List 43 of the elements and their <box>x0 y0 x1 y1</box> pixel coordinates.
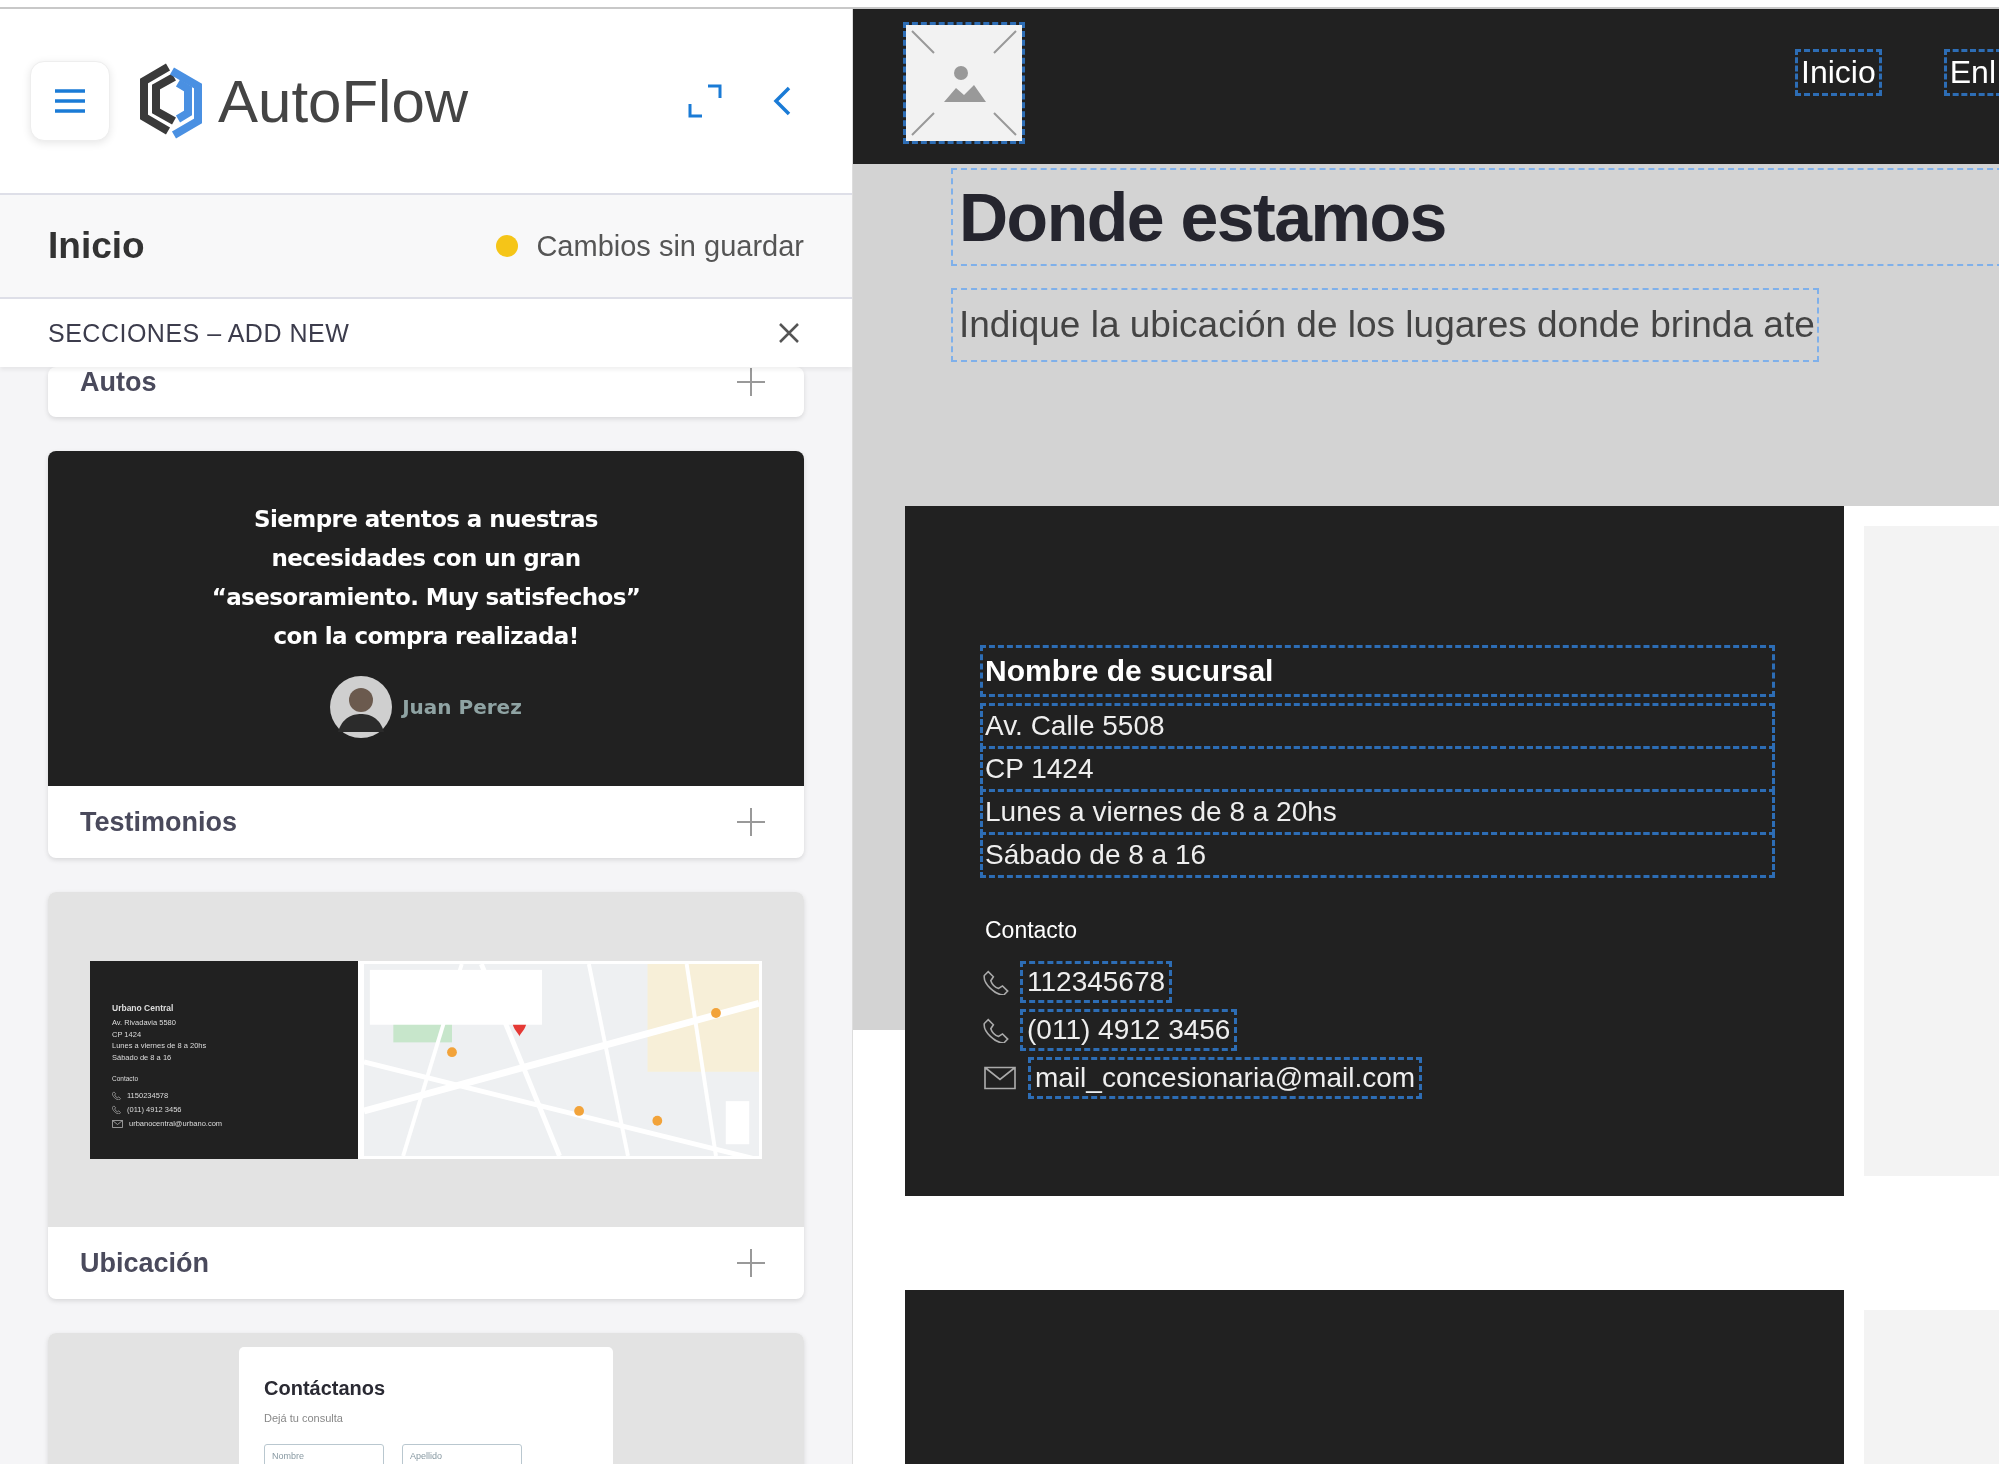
image-icon <box>909 27 1019 138</box>
section-name: Testimonios <box>80 806 238 838</box>
section-card[interactable]: Contáctanos Dejá tu consulta Nombre Apellido <box>48 1333 804 1464</box>
testimonial-quote: Siempre atentos a nuestras necesidades con un gran “asesoramiento. Muy satisfechos” con la compra realizada! <box>211 504 641 651</box>
status-text: Cambios sin guardar <box>536 229 804 263</box>
contact-text: mail_concesionaria@mail.com <box>1031 1060 1420 1096</box>
mail-icon <box>112 1119 123 1128</box>
contact-label: Contacto <box>985 917 1079 944</box>
add-icon[interactable] <box>736 367 766 397</box>
section-card[interactable]: Autos <box>48 367 804 417</box>
section-name: Ubicación <box>80 1247 210 1279</box>
brand-name: AutoFlow <box>218 66 469 136</box>
author-name: Juan Perez <box>402 694 522 719</box>
form-heading: Contáctanos <box>264 1377 387 1400</box>
section-card[interactable]: Siempre atentos a nuestras necesidades con un gran “asesoramiento. Muy satisfechos” con la compra realizada! Juan Perez Testimonios <box>48 451 804 858</box>
image-placeholder[interactable] <box>906 24 1022 141</box>
add-icon[interactable] <box>736 1248 766 1278</box>
expand-icon[interactable] <box>688 84 722 118</box>
mail-icon <box>983 1066 1017 1090</box>
branch-line: Lunes a viernes de 8 a 20hs <box>983 792 1772 832</box>
menu-button[interactable] <box>30 61 110 141</box>
branch-line: Sábado de 8 a 16 <box>983 835 1772 875</box>
section-name: Autos <box>80 367 157 398</box>
nav-link[interactable]: Enl <box>1946 52 1999 93</box>
page-title: Inicio <box>48 225 145 267</box>
add-icon[interactable] <box>736 807 766 837</box>
branch-name: Urbano Central <box>112 1002 175 1014</box>
input-field[interactable]: Apellido <box>402 1444 522 1464</box>
contact-text: 112345678 <box>1023 964 1170 1000</box>
nav-link[interactable]: Inicio <box>1798 52 1879 93</box>
phone-icon <box>983 1017 1009 1043</box>
branch-line: CP 1424 <box>983 749 1772 789</box>
avatar-icon <box>330 675 393 738</box>
phone-icon <box>983 969 1009 995</box>
panel-title: SECCIONES – ADD NEW <box>48 318 350 348</box>
contact-text: (011) 4912 3456 <box>1023 1012 1235 1048</box>
branch-line: Av. Calle 5508 <box>983 706 1772 746</box>
branch-name: Nombre de sucursal <box>983 648 1772 694</box>
close-icon[interactable] <box>778 322 800 344</box>
form-subheading: Dejá tu consulta <box>264 1412 344 1424</box>
input-field[interactable]: Nombre <box>264 1444 384 1464</box>
menu-icon <box>53 88 87 114</box>
back-icon[interactable] <box>772 85 792 117</box>
